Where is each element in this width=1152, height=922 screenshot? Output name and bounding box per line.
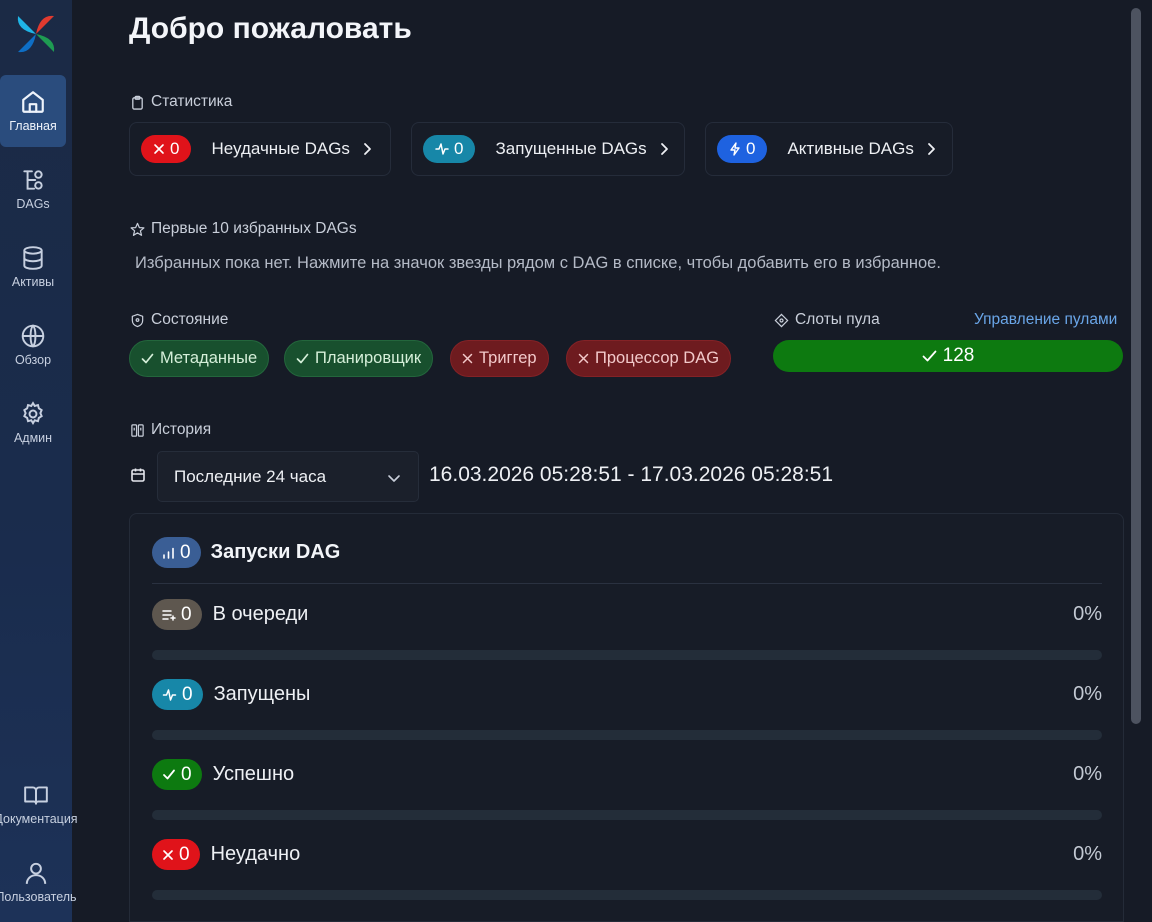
manage-pools-link[interactable]: Управление пулами: [974, 311, 1117, 329]
active-dags-count-badge: 0: [717, 135, 768, 163]
gear-icon: [23, 401, 43, 425]
dag-runs-row-failed[interactable]: 0 Неудачно 0%: [152, 839, 1102, 900]
progress-track: [152, 890, 1102, 900]
globe-icon: [21, 324, 45, 348]
main-content: Добро пожаловать Статистика 0 Неудачные …: [72, 0, 1134, 922]
running-dags-card[interactable]: 0 Запущенные DAGs: [411, 122, 685, 176]
sidebar-item-label: Документация: [0, 812, 78, 826]
dag-runs-row-percent: 0%: [1073, 683, 1102, 705]
activity-icon: [435, 143, 449, 155]
sidebar-item-assets[interactable]: Активы: [0, 231, 66, 303]
favorites-section-label: Первые 10 избранных DAGs: [130, 220, 357, 238]
sidebar-item-label: Админ: [13, 431, 53, 445]
sidebar-item-home[interactable]: Главная: [0, 75, 66, 147]
favorites-empty-message: Избранных пока нет. Нажмите на значок зв…: [135, 254, 941, 272]
dag-runs-header: 0 Запуски DAG: [152, 537, 340, 568]
active-dags-label: Активные DAGs: [787, 139, 914, 158]
dag-runs-row-running[interactable]: 0 Запущены 0%: [152, 679, 1102, 740]
stats-section-label: Статистика: [130, 93, 232, 111]
queued-count-badge: 0: [152, 599, 202, 630]
dag-runs-row-label: В очереди: [212, 603, 309, 625]
progress-track: [152, 730, 1102, 740]
time-range-text: 16.03.2026 05:28:51 - 17.03.2026 05:28:5…: [429, 463, 834, 486]
sidebar: Главная DAGs Активы Обзор Админ Документ…: [0, 0, 78, 922]
time-range-selected-value: Последние 24 часа: [174, 466, 327, 486]
check-icon: [922, 350, 937, 362]
page-title: Добро пожаловать: [129, 12, 412, 45]
dag-runs-count-badge: 0: [152, 537, 201, 568]
sidebar-item-user[interactable]: Пользователь: [0, 844, 77, 920]
chevron-right-icon: [927, 143, 935, 155]
queue-icon: [162, 609, 176, 621]
sidebar-item-label: Пользователь: [0, 890, 77, 904]
dag-runs-row-percent: 0%: [1073, 763, 1102, 785]
health-section-label: Состояние: [130, 311, 228, 329]
x-icon: [154, 144, 164, 154]
check-icon: [141, 353, 154, 364]
health-badge-dag-processor: Процессор DAG: [566, 340, 732, 377]
x-icon: [163, 849, 173, 860]
progress-track: [152, 810, 1102, 820]
shield-icon: [131, 313, 144, 327]
failed-dags-label: Неудачные DAGs: [211, 139, 350, 158]
chevron-right-icon: [660, 143, 668, 155]
crosshair-icon: [774, 313, 789, 327]
home-icon: [22, 91, 44, 113]
book-icon: [24, 786, 48, 805]
user-icon: [25, 862, 47, 884]
calendar-icon: [131, 468, 145, 482]
page-scrollbar[interactable]: [1131, 8, 1141, 724]
sidebar-item-browse[interactable]: Обзор: [0, 309, 66, 381]
time-range-select[interactable]: Последние 24 часа: [157, 451, 419, 502]
dag-runs-row-percent: 0%: [1073, 603, 1102, 625]
progress-track: [152, 650, 1102, 660]
history-section-label: История: [130, 421, 211, 439]
sidebar-item-docs[interactable]: Документация: [0, 766, 78, 842]
x-icon: [578, 353, 589, 364]
health-badge-metadata: Метаданные: [129, 340, 270, 377]
dag-runs-row-label: Успешно: [212, 763, 295, 785]
sidebar-item-label: DAGs: [16, 197, 50, 211]
bar-chart-icon: [163, 547, 174, 559]
dag-runs-row-success[interactable]: 0 Успешно 0%: [152, 759, 1102, 820]
activity-icon: [162, 688, 177, 701]
clipboard-icon: [132, 95, 143, 110]
bolt-icon: [730, 142, 740, 156]
active-dags-card[interactable]: 0 Активные DAGs: [705, 122, 953, 176]
pool-slots-bar[interactable]: 128: [773, 340, 1123, 372]
dag-runs-row-queued[interactable]: 0 В очереди 0%: [152, 599, 1102, 660]
dag-runs-card: 0 Запуски DAG 0 В очереди 0% 0 Запущены …: [129, 513, 1124, 922]
dag-runs-row-label: Неудачно: [210, 843, 301, 865]
airflow-logo[interactable]: [14, 12, 58, 56]
running-dags-label: Запущенные DAGs: [495, 139, 647, 158]
check-icon: [296, 353, 309, 364]
sidebar-item-label: Активы: [11, 275, 55, 289]
running-count-badge: 0: [152, 679, 203, 710]
sidebar-item-admin[interactable]: Админ: [0, 387, 66, 459]
history-icon: [131, 423, 144, 437]
chevron-down-icon: [388, 475, 400, 482]
dag-runs-title: Запуски DAG: [210, 541, 341, 563]
dag-runs-row-percent: 0%: [1073, 843, 1102, 865]
x-icon: [462, 353, 473, 364]
star-icon: [130, 222, 145, 236]
health-badge-scheduler: Планировщик: [284, 340, 434, 377]
sidebar-item-label: Обзор: [14, 353, 52, 367]
pool-slots-section-label: Слоты пула: [774, 311, 880, 329]
divider: [152, 583, 1102, 584]
check-icon: [163, 769, 175, 780]
sidebar-item-label: Главная: [9, 119, 57, 133]
pool-open-slots-count: 128: [942, 345, 975, 366]
failed-dags-count-badge: 0: [141, 135, 192, 163]
database-icon: [23, 246, 43, 270]
running-dags-count-badge: 0: [423, 135, 476, 163]
chevron-right-icon: [364, 143, 371, 155]
dag-icon: [23, 170, 43, 190]
failed-count-badge: 0: [152, 839, 200, 870]
health-badge-triggerer: Триггер: [450, 340, 549, 377]
failed-dags-card[interactable]: 0 Неудачные DAGs: [129, 122, 391, 176]
sidebar-item-dags[interactable]: DAGs: [0, 153, 66, 225]
dag-runs-row-label: Запущены: [213, 683, 311, 705]
success-count-badge: 0: [152, 759, 202, 790]
